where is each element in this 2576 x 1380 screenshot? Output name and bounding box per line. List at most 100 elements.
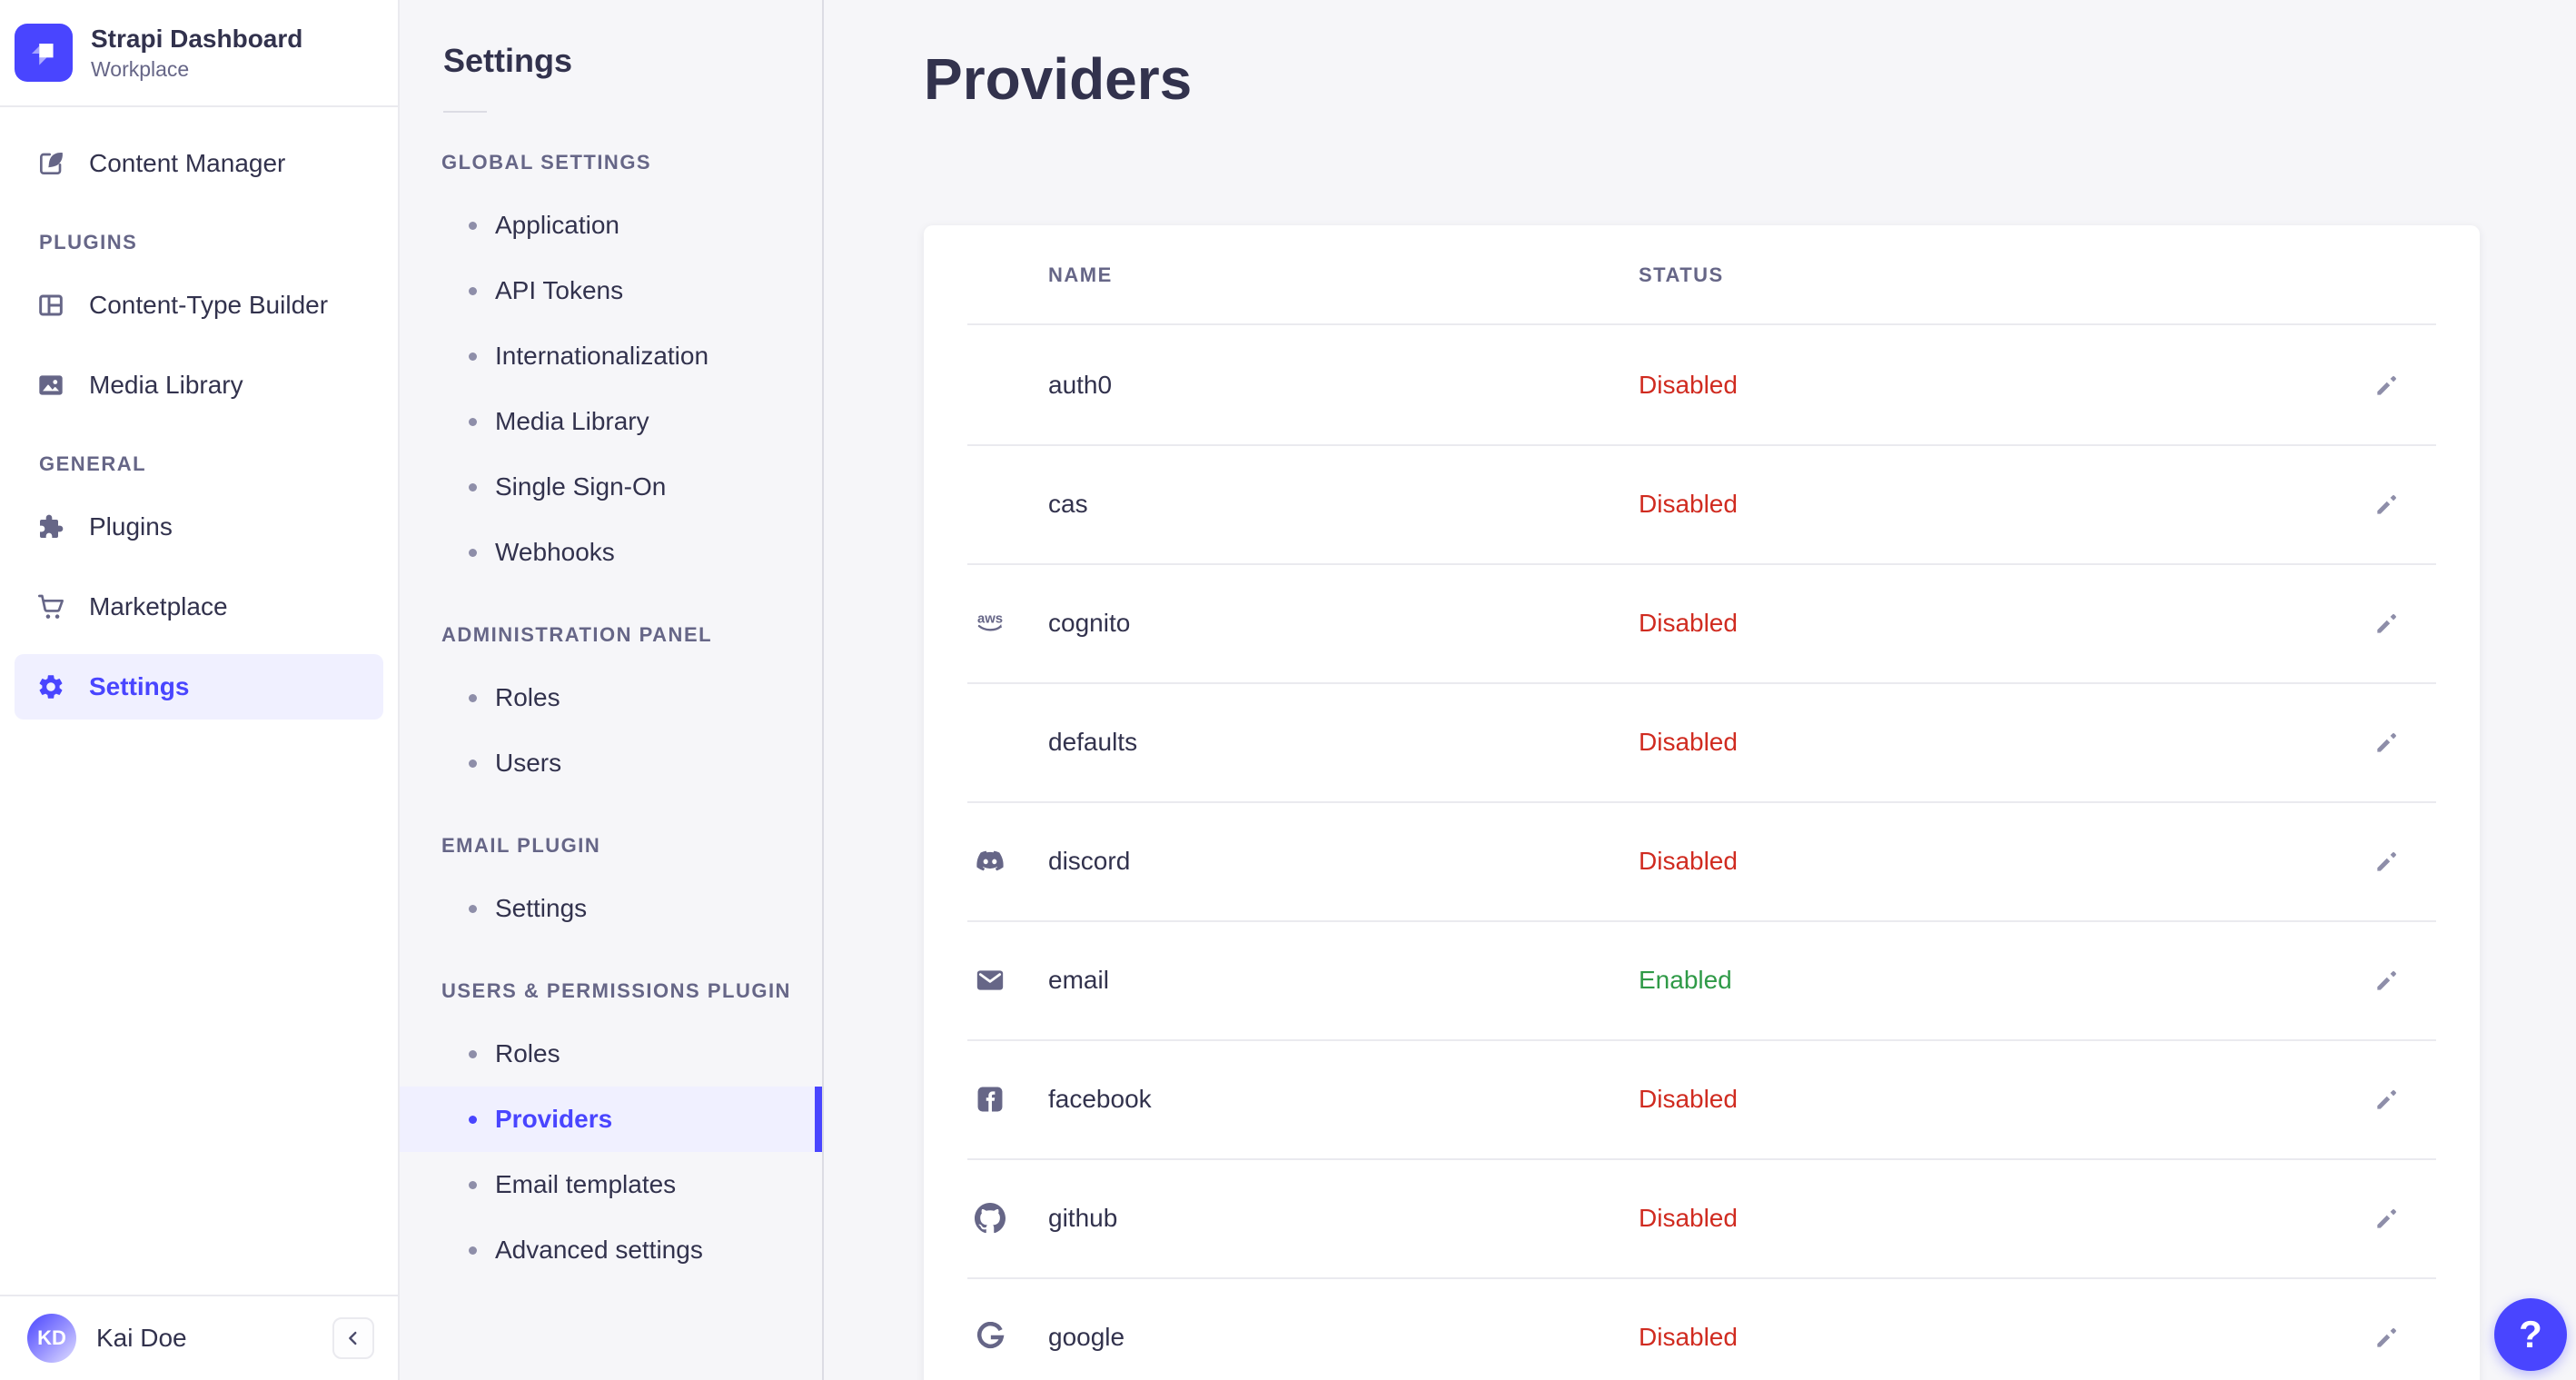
sidebar-item-plugins[interactable]: Plugins xyxy=(15,494,383,560)
provider-name: google xyxy=(1048,1322,1125,1351)
pencil-icon xyxy=(2373,490,2402,519)
envelope-icon xyxy=(975,965,1006,996)
settings-nav-item-global-settings-application[interactable]: Application xyxy=(400,193,822,258)
divider xyxy=(443,111,487,113)
settings-nav-item-global-settings-media-library[interactable]: Media Library xyxy=(400,389,822,454)
settings-nav-item-users-and-permissions-plugin-roles[interactable]: Roles xyxy=(400,1021,822,1087)
provider-row-cas[interactable]: cas Disabled xyxy=(924,444,2480,563)
bullet-icon xyxy=(469,548,477,557)
sidebar-item-label: Content-Type Builder xyxy=(89,291,329,319)
main-nav: Content Manager PLUGINS Content-Type Build… xyxy=(0,107,398,720)
provider-status-badge: Disabled xyxy=(1639,1084,1738,1113)
bullet-icon xyxy=(469,759,477,768)
workspace-header[interactable]: Strapi Dashboard Workplace xyxy=(0,0,398,107)
provider-row-discord[interactable]: discord Disabled xyxy=(924,801,2480,920)
user-name: Kai Doe xyxy=(96,1324,187,1352)
bullet-icon xyxy=(469,482,477,491)
settings-nav-item-administration-panel-users[interactable]: Users xyxy=(400,730,822,796)
bullet-icon xyxy=(469,1115,477,1124)
sidebar-item-content-manager[interactable]: Content Manager xyxy=(15,131,383,196)
settings-nav-item-label: Providers xyxy=(495,1105,613,1133)
settings-nav-item-label: Webhooks xyxy=(495,538,615,566)
provider-row-facebook[interactable]: facebook Disabled xyxy=(924,1039,2480,1158)
bullet-icon xyxy=(469,286,477,295)
provider-row-cognito[interactable]: aws cognito Disabled xyxy=(924,563,2480,682)
settings-nav-item-global-settings-single-sign-on[interactable]: Single Sign-On xyxy=(400,454,822,520)
settings-nav-item-email-plugin-settings[interactable]: Settings xyxy=(400,876,822,941)
pencil-icon xyxy=(2373,1085,2402,1114)
content-type-builder-icon xyxy=(36,291,65,320)
edit-provider-button[interactable] xyxy=(2367,841,2407,881)
edit-provider-button[interactable] xyxy=(2367,1198,2407,1238)
bullet-icon xyxy=(469,417,477,426)
main-content: Providers NAME STATUS auth0 Disabled cas Di… xyxy=(826,0,2576,1380)
user-menu[interactable]: KD Kai Doe xyxy=(27,1314,187,1363)
chevron-left-icon xyxy=(343,1328,363,1348)
provider-name: facebook xyxy=(1048,1084,1152,1113)
edit-provider-button[interactable] xyxy=(2367,1317,2407,1357)
sidebar-item-content-type-builder[interactable]: Content-Type Builder xyxy=(15,273,383,338)
sidebar-item-marketplace[interactable]: Marketplace xyxy=(15,574,383,640)
settings-nav-item-label: Advanced settings xyxy=(495,1236,703,1264)
content-manager-icon xyxy=(36,149,65,178)
settings-nav-item-users-and-permissions-plugin-email-templates[interactable]: Email templates xyxy=(400,1152,822,1217)
help-button[interactable]: ? xyxy=(2494,1298,2567,1371)
provider-name: discord xyxy=(1048,846,1131,875)
settings-nav-item-global-settings-webhooks[interactable]: Webhooks xyxy=(400,520,822,585)
pencil-icon xyxy=(2373,1323,2402,1352)
settings-nav-item-global-settings-internationalization[interactable]: Internationalization xyxy=(400,323,822,389)
column-header-name: NAME xyxy=(1048,263,1113,286)
workspace-name: Workplace xyxy=(91,57,190,81)
app-title: Strapi Dashboard xyxy=(91,25,303,53)
settings-nav-item-administration-panel-roles[interactable]: Roles xyxy=(400,665,822,730)
settings-nav-title: Settings xyxy=(443,42,573,79)
provider-status-badge: Disabled xyxy=(1639,608,1738,637)
strapi-logo-icon xyxy=(15,24,73,82)
sidebar-item-label: Settings xyxy=(89,672,190,700)
collapse-sidebar-button[interactable] xyxy=(332,1317,374,1359)
edit-provider-button[interactable] xyxy=(2367,365,2407,405)
aws-icon: aws xyxy=(975,608,1006,639)
brand-text: Strapi Dashboard Workplace xyxy=(91,24,302,82)
provider-row-email[interactable]: email Enabled xyxy=(924,920,2480,1039)
provider-row-defaults[interactable]: defaults Disabled xyxy=(924,682,2480,801)
sidebar-footer: KD Kai Doe xyxy=(0,1295,398,1380)
sidebar-item-label: Plugins xyxy=(89,512,173,541)
edit-provider-button[interactable] xyxy=(2367,1079,2407,1119)
svg-text:aws: aws xyxy=(977,611,1003,626)
settings-nav-item-users-and-permissions-plugin-advanced-settings[interactable]: Advanced settings xyxy=(400,1217,822,1283)
settings-nav-item-label: Single Sign-On xyxy=(495,472,667,501)
discord-icon xyxy=(975,846,1006,877)
sidebar-item-media-library[interactable]: Media Library xyxy=(15,352,383,418)
provider-status-badge: Disabled xyxy=(1639,1322,1738,1351)
sidebar-section-label-plugins: PLUGINS xyxy=(39,231,138,253)
settings-nav-item-label: Media Library xyxy=(495,407,649,435)
edit-provider-button[interactable] xyxy=(2367,960,2407,1000)
settings-nav-item-label: Users xyxy=(495,749,562,777)
pencil-icon xyxy=(2373,609,2402,638)
sidebar-item-label: Marketplace xyxy=(89,592,228,621)
media-library-icon xyxy=(36,371,65,400)
provider-row-github[interactable]: github Disabled xyxy=(924,1158,2480,1277)
provider-row-google[interactable]: google Disabled xyxy=(924,1277,2480,1380)
sidebar-item-label: Media Library xyxy=(89,371,243,399)
edit-provider-button[interactable] xyxy=(2367,603,2407,643)
settings-nav-item-global-settings-api-tokens[interactable]: API Tokens xyxy=(400,258,822,323)
provider-name: auth0 xyxy=(1048,370,1113,399)
question-mark-icon: ? xyxy=(2519,1313,2542,1355)
bullet-icon xyxy=(469,221,477,230)
settings-nav-item-label: API Tokens xyxy=(495,276,624,304)
bullet-icon xyxy=(469,1180,477,1189)
settings-nav-item-users-and-permissions-plugin-providers[interactable]: Providers xyxy=(400,1087,822,1152)
bullet-icon xyxy=(469,693,477,702)
provider-name: cognito xyxy=(1048,608,1131,637)
sidebar-item-settings[interactable]: Settings xyxy=(15,654,383,720)
edit-provider-button[interactable] xyxy=(2367,484,2407,524)
marketplace-icon xyxy=(36,592,65,621)
edit-provider-button[interactable] xyxy=(2367,722,2407,762)
providers-table-card: NAME STATUS auth0 Disabled cas Disabled aws c… xyxy=(924,225,2480,1380)
settings-nav-item-label: Settings xyxy=(495,894,588,922)
settings-nav-item-label: Email templates xyxy=(495,1170,677,1198)
provider-row-auth0[interactable]: auth0 Disabled xyxy=(924,325,2480,444)
avatar: KD xyxy=(27,1314,76,1363)
